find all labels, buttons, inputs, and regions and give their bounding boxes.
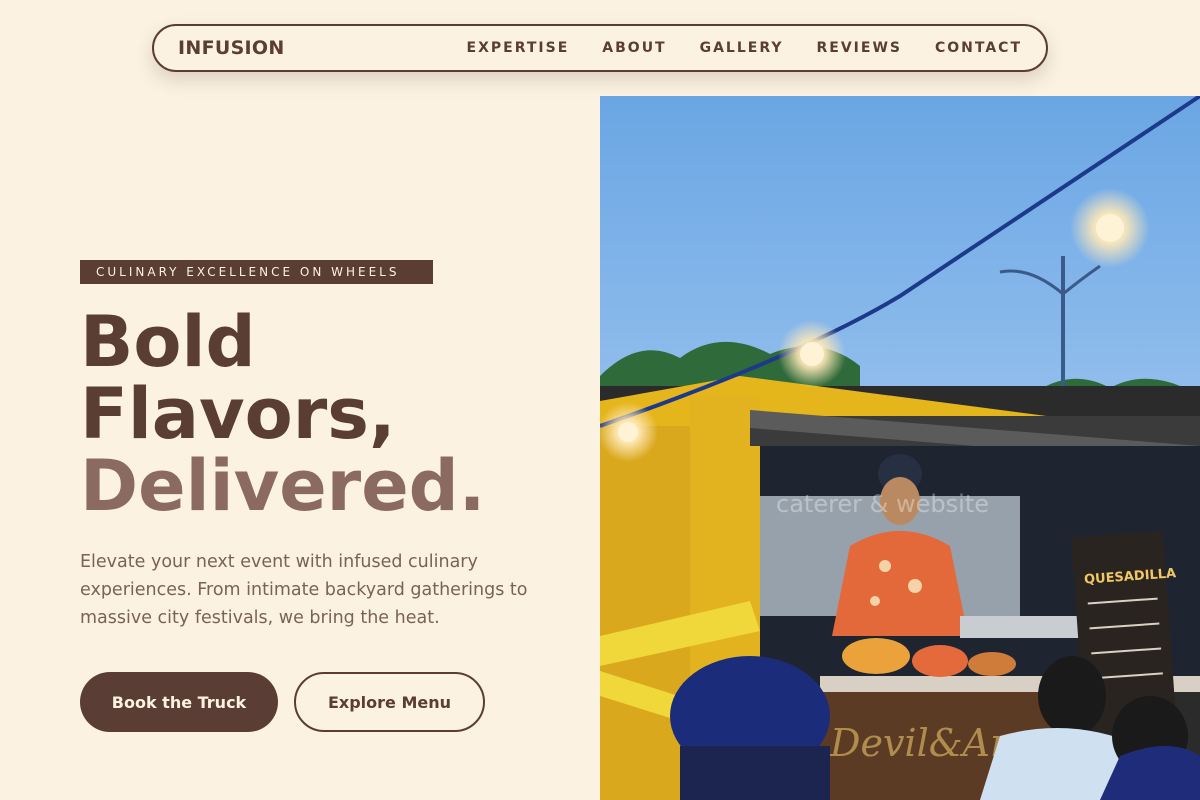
hero-badge: CULINARY EXCELLENCE ON WHEELS xyxy=(80,260,433,284)
nav-link-contact[interactable]: CONTACT xyxy=(935,40,1022,56)
hero-headline: Bold Flavors, Delivered. xyxy=(80,306,485,522)
brand-logo[interactable]: INFUSION xyxy=(178,37,285,59)
book-truck-button[interactable]: Book the Truck xyxy=(80,672,278,732)
hero-lead: Elevate your next event with infused cul… xyxy=(80,552,528,628)
explore-menu-button[interactable]: Explore Menu xyxy=(294,672,485,732)
food-truck-illustration: Devil&Angel QUESADILLA caterer & website xyxy=(600,96,1200,800)
nav-link-expertise[interactable]: EXPERTISE xyxy=(467,40,570,56)
nav-links: EXPERTISE ABOUT GALLERY REVIEWS CONTACT xyxy=(467,40,1022,56)
headline-accent: Delivered. xyxy=(80,445,486,527)
nav-link-reviews[interactable]: REVIEWS xyxy=(817,40,902,56)
nav-link-about[interactable]: ABOUT xyxy=(602,40,666,56)
top-nav: INFUSION EXPERTISE ABOUT GALLERY REVIEWS… xyxy=(152,24,1048,72)
hero-photo: Devil&Angel QUESADILLA caterer & website xyxy=(600,96,1200,800)
nav-link-gallery[interactable]: GALLERY xyxy=(700,40,784,56)
headline-line-1: Bold xyxy=(80,301,256,383)
photo-watermark: caterer & website xyxy=(776,490,989,518)
headline-line-2: Flavors, xyxy=(80,373,396,455)
